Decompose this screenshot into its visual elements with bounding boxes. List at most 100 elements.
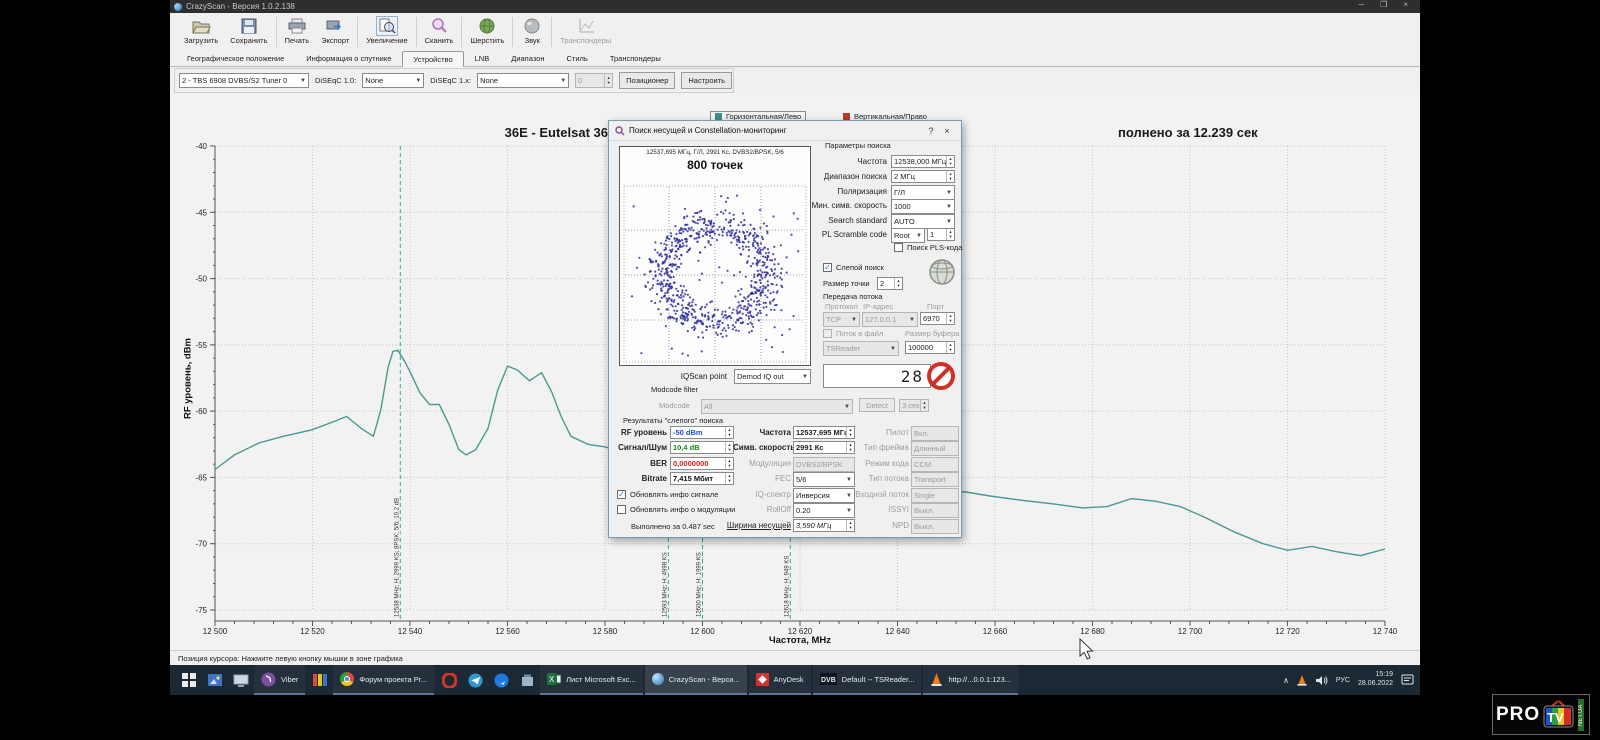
store-app-icon[interactable]: [514, 665, 540, 695]
blindscan-button[interactable]: Шерстить: [464, 15, 510, 46]
modulation-label: Модуляция: [733, 459, 791, 468]
buffer-size-label: Размер буфера: [905, 329, 959, 338]
tray-vlc-icon[interactable]: [1297, 675, 1307, 686]
blind-done-label: Выполнено за 0.487 sec: [631, 522, 715, 531]
search-range-stepper[interactable]: 2 МГц▴▾: [891, 170, 955, 183]
blind-search-checkbox[interactable]: ✓Слепой поиск: [823, 263, 884, 272]
iq-spectrum-select[interactable]: Инверсия▼: [793, 488, 855, 503]
detect-button: Detect: [859, 398, 895, 412]
start-button[interactable]: [176, 665, 202, 695]
carrier-width-label[interactable]: Ширина несущей: [723, 521, 791, 530]
diseqc10-select[interactable]: None▼: [362, 73, 424, 88]
help-button[interactable]: ?: [923, 126, 939, 136]
results-group-label: Результаты "слепого" поиска: [623, 416, 723, 425]
stop-icon[interactable]: [926, 361, 956, 391]
stream-type-label: Тип потока: [857, 474, 909, 483]
port-stepper[interactable]: 6970▴▾: [920, 312, 955, 325]
load-button[interactable]: Загрузить: [178, 15, 224, 46]
symbol-rate-stepper[interactable]: 2991 Кс▴▾: [793, 441, 855, 454]
tab-lnb[interactable]: LNB: [464, 50, 501, 66]
rolloff-select[interactable]: 0.20▼: [793, 503, 855, 518]
detect-interval-stepper: 3 сек▴▾: [899, 399, 929, 412]
update-signal-checkbox[interactable]: ✓Обновлять инфо сигнале: [617, 490, 718, 499]
tray-chevron-icon[interactable]: ∧: [1283, 676, 1289, 685]
zoom-button[interactable]: Увеличение: [360, 15, 413, 46]
buffer-size-stepper[interactable]: 100000▴▾: [905, 341, 955, 354]
update-modulation-checkbox[interactable]: Обновлять инфо о модуляции: [617, 505, 735, 514]
anydesk-icon: [756, 673, 769, 686]
min-symbol-rate-select[interactable]: 1000▼: [891, 199, 955, 214]
language-indicator[interactable]: РУС: [1336, 677, 1350, 684]
taskbar-vlc[interactable]: http://...0.0.1:123...: [923, 665, 1018, 695]
explorer-app-icon[interactable]: [228, 665, 254, 695]
separator: [357, 17, 358, 47]
tab-satellite-info[interactable]: Информация о спутнике: [295, 50, 402, 66]
taskbar-excel[interactable]: X Лист Microsoft Exc...: [540, 665, 643, 695]
iqscan-select[interactable]: Demod IQ out▼: [734, 369, 811, 384]
ber-stepper[interactable]: 0,0000000▴▾: [670, 457, 734, 470]
opera-icon[interactable]: [436, 665, 462, 695]
maximize-button[interactable]: ❐: [1380, 0, 1387, 9]
positioner-button[interactable]: Позиционер: [619, 72, 675, 89]
chat-app-icon[interactable]: [488, 665, 514, 695]
close-button[interactable]: ×: [1403, 0, 1408, 9]
dialog-close-button[interactable]: ×: [939, 126, 955, 136]
diseqc1x-select[interactable]: None▼: [477, 73, 569, 88]
photos-app-icon[interactable]: [202, 665, 228, 695]
export-button[interactable]: Экспорт: [315, 15, 355, 46]
bitrate-stepper[interactable]: 7,415 Мбит▴▾: [670, 472, 734, 485]
spinner-arrows-icon: ▴▾: [946, 229, 954, 240]
telegram-icon[interactable]: [462, 665, 488, 695]
fec-select[interactable]: 5/6▼: [793, 472, 855, 487]
modulation-value: DVBS2/BPSK: [793, 457, 855, 472]
tab-transponders[interactable]: Транспондеры: [599, 50, 672, 66]
chevron-down-icon: ▼: [558, 78, 566, 84]
result-frequency-stepper[interactable]: 12537,695 МГц▴▾: [793, 426, 855, 439]
tab-device[interactable]: Устройство: [402, 51, 463, 67]
tab-range[interactable]: Диапазон: [500, 50, 555, 66]
configure-button[interactable]: Настроить: [681, 72, 732, 89]
rf-level-stepper[interactable]: -50 dBm▴▾: [670, 426, 734, 439]
volume-icon[interactable]: [1315, 675, 1328, 686]
clock[interactable]: 15:1928.06.2022: [1358, 671, 1393, 689]
print-button[interactable]: Печать: [279, 15, 316, 46]
frame-type-label: Тип фрейма: [857, 443, 909, 452]
taskbar-anydesk[interactable]: AnyDesk: [749, 665, 811, 695]
taskbar-tsreader[interactable]: DVB Default -- TSReader...: [813, 665, 922, 695]
notification-icon[interactable]: [1401, 674, 1414, 686]
dialog-titlebar[interactable]: Поиск несущей и Constellation-мониторинг…: [609, 121, 961, 141]
taskbar-crazyscan[interactable]: CrazyScan - Верси...: [645, 665, 747, 695]
dialog-title: Поиск несущей и Constellation-мониторинг: [629, 126, 787, 135]
scan-button[interactable]: Сканить: [419, 15, 460, 46]
chevron-down-icon: ▼: [298, 78, 306, 84]
desktop: CrazyScan - Версия 1.0.2.138 ─ ❐ × Загру…: [0, 0, 1600, 740]
polarization-select[interactable]: Г/Л▼: [891, 185, 955, 200]
dot-size-stepper[interactable]: 2▴▾: [877, 277, 903, 290]
frame-type-value: Длинный: [911, 441, 959, 456]
paint-app-icon[interactable]: [307, 665, 333, 695]
chevron-down-icon: ▼: [914, 233, 922, 239]
window-title: CrazyScan - Версия 1.0.2.138: [186, 2, 295, 11]
tab-geo[interactable]: Географическое положение: [176, 50, 295, 66]
pls-search-checkbox[interactable]: Поиск PLS-кода: [894, 243, 962, 252]
search-standard-select[interactable]: AUTO▼: [891, 214, 955, 229]
sound-button[interactable]: Звук: [515, 15, 549, 46]
pl-scramble-mode-select[interactable]: Root▼: [891, 228, 925, 243]
taskbar-viber[interactable]: Viber: [254, 665, 305, 695]
tuner-select[interactable]: 2 - TBS 6908 DVBS/S2 Tuner 0▼: [179, 73, 309, 88]
chevron-down-icon: ▼: [907, 317, 915, 323]
tab-style[interactable]: Стиль: [556, 50, 599, 66]
protocol-select: TCP▼: [823, 312, 860, 327]
search-standard-label: Search standard: [799, 216, 887, 225]
carrier-width-stepper[interactable]: 3,590 МГц▴▾: [793, 519, 855, 532]
window-titlebar[interactable]: CrazyScan - Версия 1.0.2.138 ─ ❐ ×: [170, 0, 1420, 13]
snr-stepper[interactable]: 10,4 dB▴▾: [670, 441, 734, 454]
minimize-button[interactable]: ─: [1358, 0, 1364, 9]
stream-type-value: Transport: [911, 472, 959, 487]
pl-scramble-value-stepper[interactable]: 1▴▾: [927, 228, 955, 241]
taskbar-chrome-forum[interactable]: Форум проекта Pr...: [333, 665, 434, 695]
save-button[interactable]: Сохранить: [224, 15, 273, 46]
frequency-stepper[interactable]: 12538,000 МГц▴▾: [891, 155, 955, 168]
chevron-down-icon: ▼: [800, 374, 808, 380]
code-mode-value: CCM: [911, 457, 959, 472]
